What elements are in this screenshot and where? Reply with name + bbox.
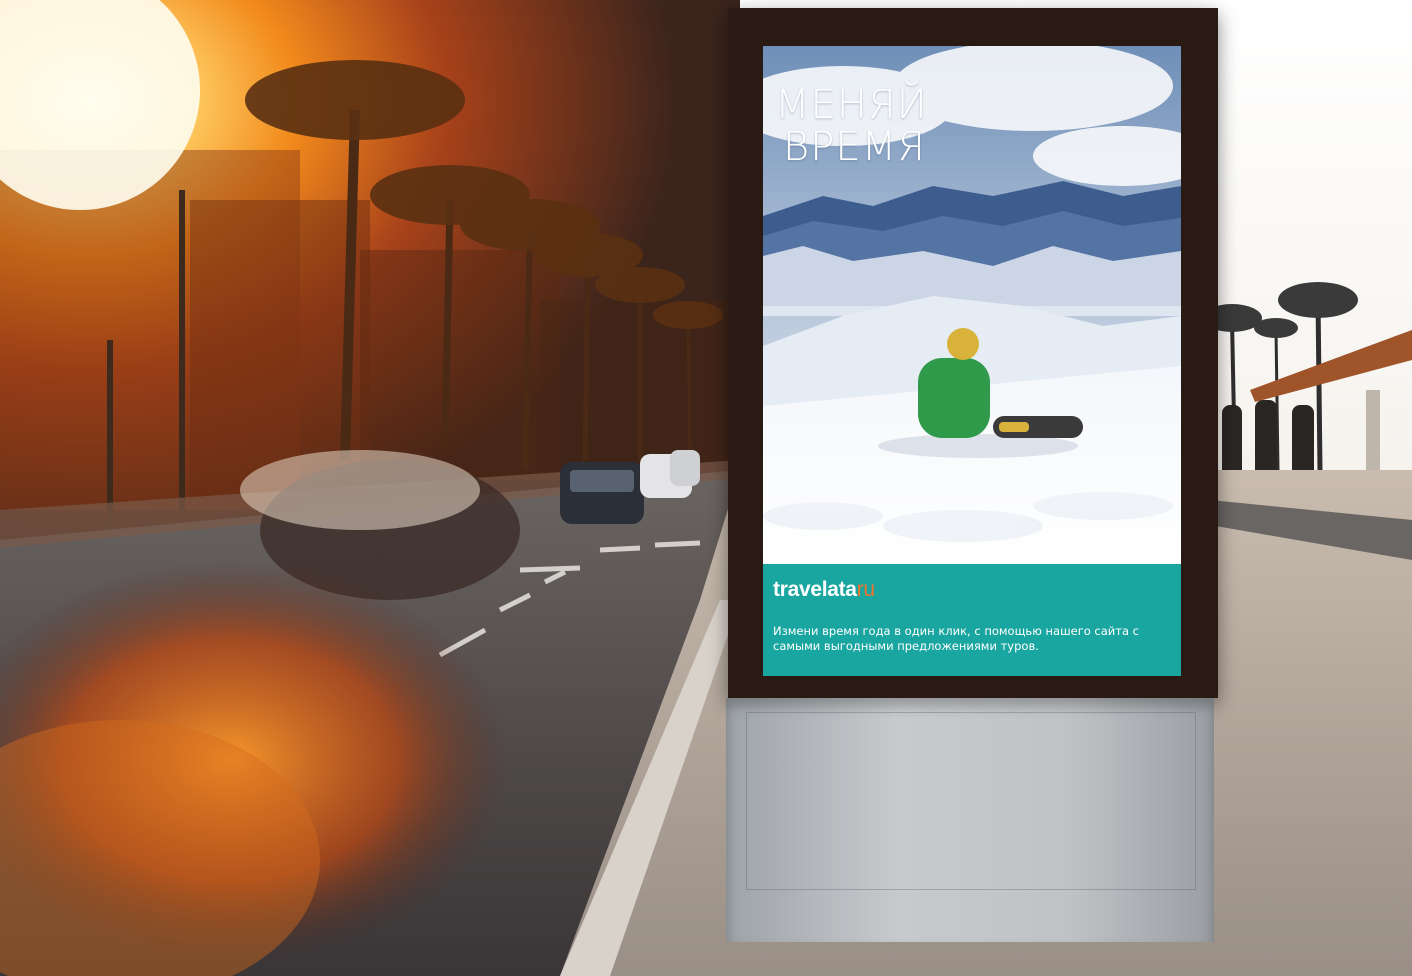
brand-logo-accent: ru (856, 578, 875, 601)
brand-logo: travelataru (773, 578, 875, 602)
advertisement-poster: МЕНЯЙ ВРЕМЯ travelataru Измени время год… (763, 46, 1181, 676)
poster-headline: МЕНЯЙ ВРЕМЯ (775, 84, 928, 168)
brand-band: travelataru Измени время года в один кли… (763, 564, 1181, 676)
pedestal-panel (746, 712, 1196, 890)
poster-tagline: Измени время года в один клик, с помощью… (773, 624, 1140, 653)
headline-line-1: МЕНЯЙ (775, 82, 928, 128)
headline-line-2: ВРЕМЯ (783, 124, 926, 170)
street-scene: МЕНЯЙ ВРЕМЯ travelataru Измени время год… (0, 0, 1412, 976)
brand-logo-main: travelata (773, 578, 857, 601)
billboard-pedestal (726, 698, 1214, 942)
billboard-frame: МЕНЯЙ ВРЕМЯ travelataru Измени время год… (728, 8, 1218, 698)
